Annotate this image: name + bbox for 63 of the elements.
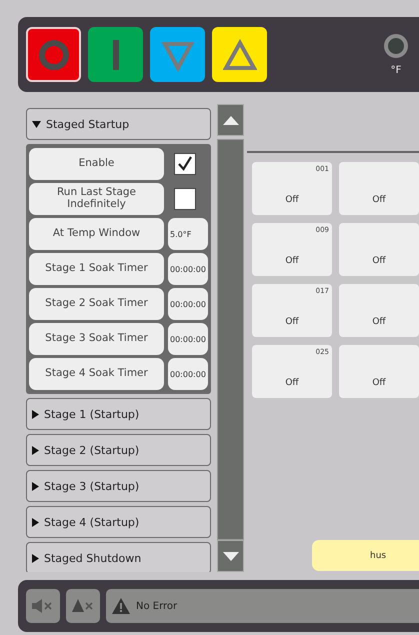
mode-button[interactable] — [212, 27, 267, 82]
bar-icon — [110, 38, 120, 72]
triangle-down-icon — [222, 552, 239, 560]
hush-button[interactable]: hus — [312, 540, 419, 571]
section-title: Staged Startup — [46, 118, 130, 130]
triangle-up-icon — [222, 116, 239, 124]
caret-right-icon — [32, 554, 39, 562]
triangle-up-icon — [222, 38, 256, 72]
setting-label-button[interactable]: Stage 1 Soak Timer — [29, 253, 164, 285]
value-field[interactable]: 00:00:00 — [168, 358, 208, 390]
checkbox[interactable] — [174, 188, 196, 210]
zone-state: Off — [285, 256, 299, 266]
section-header[interactable]: Stage 2 (Startup) — [26, 434, 212, 466]
mode-button[interactable] — [88, 27, 143, 82]
section-title: Stage 1 (Startup) — [44, 408, 140, 420]
setting-label-button[interactable]: Enable — [29, 148, 164, 180]
scroll-up-button[interactable] — [217, 104, 244, 136]
setting-label-button[interactable]: Stage 3 Soak Timer — [29, 323, 164, 355]
value-field[interactable]: 5.0°F — [168, 218, 208, 250]
section-title: Stage 3 (Startup) — [44, 480, 140, 492]
speaker-muted-icon — [32, 599, 54, 613]
value-field[interactable]: 00:00:00 — [168, 253, 208, 285]
mute-button[interactable] — [26, 589, 60, 623]
caret-right-icon — [32, 482, 39, 490]
section-header[interactable]: Stage 1 (Startup) — [26, 398, 212, 430]
section-title: Staged Shutdown — [44, 552, 142, 564]
zone-state: Off — [285, 378, 299, 388]
circle-icon — [36, 38, 70, 72]
section-header[interactable]: Stage 4 (Startup) — [26, 506, 212, 538]
zone-tile[interactable]: Off — [339, 345, 419, 398]
status-message: No Error — [136, 600, 178, 612]
scroll-down-button[interactable] — [217, 540, 244, 572]
section-title: Stage 4 (Startup) — [44, 516, 140, 528]
section-header[interactable]: Staged Shutdown — [26, 542, 212, 572]
setting-label-button[interactable]: At Temp Window — [29, 218, 164, 250]
zone-state: Off — [372, 317, 386, 327]
setting-label-button[interactable]: Stage 2 Soak Timer — [29, 288, 164, 320]
unit-label: °F — [390, 65, 402, 76]
alarm-mute-button[interactable] — [66, 589, 100, 623]
warning-icon — [112, 598, 130, 614]
value-field[interactable]: 00:00:00 — [168, 323, 208, 355]
section-header[interactable]: Stage 3 (Startup) — [26, 470, 212, 502]
zone-tile[interactable]: Off — [339, 284, 419, 337]
caret-right-icon — [32, 446, 39, 454]
zone-state: Off — [372, 378, 386, 388]
value-field[interactable]: 00:00:00 — [168, 288, 208, 320]
section-title: Stage 2 (Startup) — [44, 444, 140, 456]
checkbox[interactable] — [174, 153, 196, 175]
knob-icon[interactable] — [383, 33, 409, 59]
zone-tile[interactable]: Off — [339, 223, 419, 276]
caret-right-icon — [32, 410, 39, 418]
zone-state: Off — [285, 317, 299, 327]
zone-state: Off — [372, 195, 386, 205]
setting-label-button[interactable]: Run Last Stage Indefinitely — [29, 183, 164, 215]
mode-button[interactable] — [26, 27, 81, 82]
zone-tile[interactable]: Off — [339, 162, 419, 215]
caret-down-icon — [32, 120, 41, 128]
setting-label-button[interactable]: Stage 4 Soak Timer — [29, 358, 164, 390]
caret-right-icon — [32, 518, 39, 526]
zone-state: Off — [372, 256, 386, 266]
zone-state: Off — [285, 195, 299, 205]
section-header[interactable]: Staged Startup — [26, 108, 212, 140]
warning-muted-icon — [72, 599, 94, 613]
